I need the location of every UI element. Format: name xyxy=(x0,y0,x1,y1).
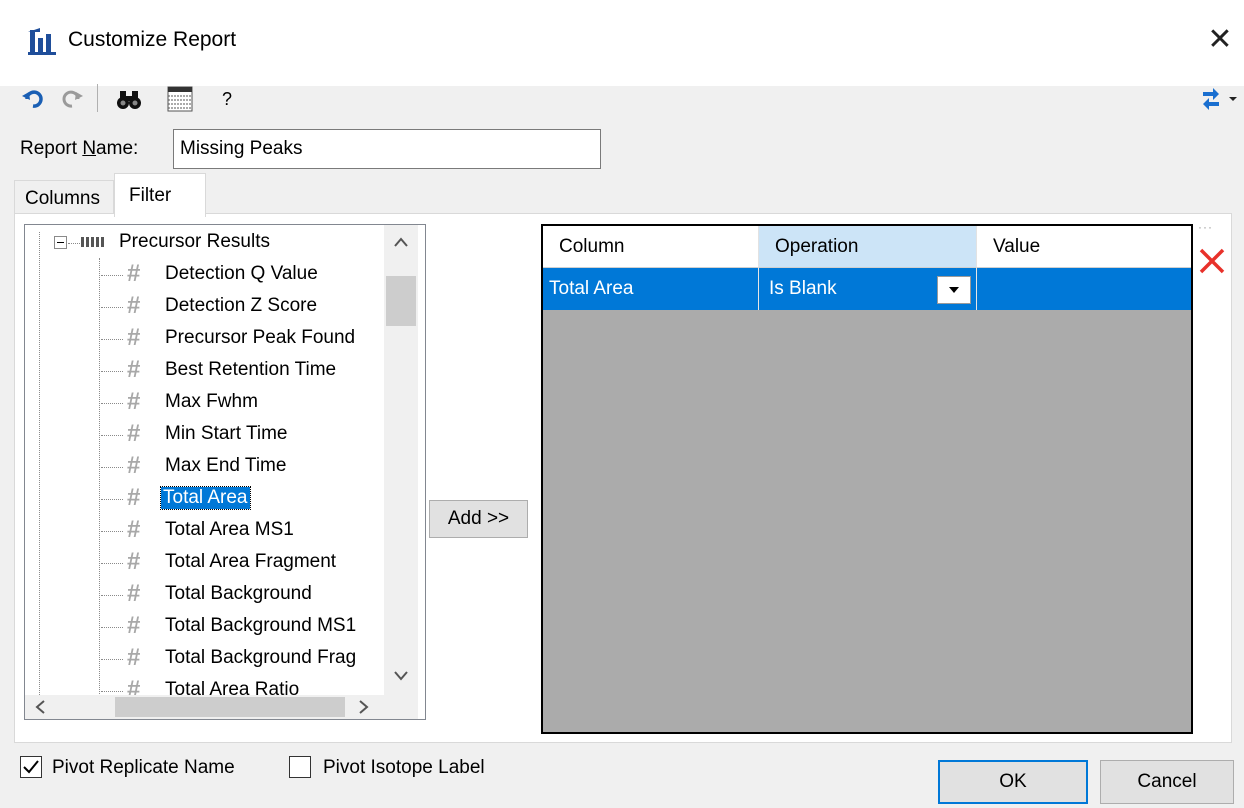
window-title: Customize Report xyxy=(68,28,237,51)
cell-value[interactable] xyxy=(977,268,1191,310)
pivot-isotope-checkbox[interactable] xyxy=(289,756,311,778)
scrollbar-corner xyxy=(384,695,418,719)
navigate-menu-button[interactable] xyxy=(1196,82,1242,116)
pivot-isotope-label[interactable]: Pivot Isotope Label xyxy=(323,757,485,779)
numeric-column-icon: # xyxy=(127,420,141,447)
grid-more-icon: ··· xyxy=(1198,220,1213,234)
report-name-label: Report Name: xyxy=(20,138,138,160)
tree-item-label: Min Start Time xyxy=(165,423,288,444)
tree-root-precursor-results[interactable]: Precursor Results xyxy=(25,227,385,259)
tree-vertical-scroll-thumb[interactable] xyxy=(386,276,416,326)
numeric-column-icon: # xyxy=(127,292,141,319)
tree-horizontal-scroll-thumb[interactable] xyxy=(115,697,345,717)
tree-root-label: Precursor Results xyxy=(119,231,270,252)
ok-button[interactable]: OK xyxy=(938,760,1088,804)
scroll-up-icon[interactable] xyxy=(394,237,408,247)
binoculars-icon xyxy=(117,91,141,109)
numeric-column-icon: # xyxy=(127,548,141,575)
tab-columns[interactable]: Columns xyxy=(14,180,114,213)
tree-item-label: Max End Time xyxy=(165,455,287,476)
report-app-icon xyxy=(28,28,56,55)
help-button[interactable]: ? xyxy=(210,82,244,116)
numeric-column-icon: # xyxy=(127,356,141,383)
checkmark-icon xyxy=(23,760,39,774)
tree-item-label: Precursor Peak Found xyxy=(165,327,356,348)
tab-filter[interactable]: Filter xyxy=(114,173,206,217)
pivot-replicate-checkbox[interactable] xyxy=(20,756,42,778)
delete-filter-button[interactable] xyxy=(1196,247,1228,279)
tree-item-label: Max Fwhm xyxy=(165,391,258,412)
dropdown-arrow-icon xyxy=(949,287,959,293)
tree-guide-line xyxy=(99,258,100,698)
cell-column[interactable]: Total Area xyxy=(543,268,759,310)
find-button[interactable] xyxy=(112,82,146,116)
preview-button[interactable] xyxy=(163,82,197,116)
tree-item-label: Total Area Fragment xyxy=(165,551,337,572)
tree-item-label: Detection Z Score xyxy=(165,295,318,316)
numeric-column-icon: # xyxy=(127,260,141,287)
numeric-column-icon: # xyxy=(127,452,141,479)
scroll-right-icon[interactable] xyxy=(359,700,369,714)
scroll-down-icon[interactable] xyxy=(394,671,408,681)
tree-item-label: Total Area MS1 xyxy=(165,519,294,540)
pivot-replicate-label[interactable]: Pivot Replicate Name xyxy=(52,757,235,779)
tree-item-label: Best Retention Time xyxy=(165,359,337,380)
column-tree[interactable]: Precursor Results # Detection Q Value # De… xyxy=(24,224,426,720)
report-name-label-rest: ame: xyxy=(96,138,139,159)
redo-icon xyxy=(62,90,83,108)
numeric-column-icon: # xyxy=(127,516,141,543)
numeric-column-icon: # xyxy=(127,580,141,607)
numeric-column-icon: # xyxy=(127,644,141,671)
cancel-button[interactable]: Cancel xyxy=(1100,760,1234,804)
undo-icon xyxy=(22,90,43,108)
column-header-column[interactable]: Column xyxy=(543,226,759,268)
report-name-label-text: Report xyxy=(20,138,83,159)
delete-x-icon xyxy=(1199,248,1225,274)
numeric-column-icon: # xyxy=(127,324,141,351)
column-header-operation[interactable]: Operation xyxy=(759,226,977,268)
operation-dropdown-button[interactable] xyxy=(937,276,971,304)
report-name-accel: N xyxy=(82,138,97,159)
numeric-column-icon: # xyxy=(127,388,141,415)
redo-button[interactable] xyxy=(55,82,89,116)
column-header-value[interactable]: Value xyxy=(977,226,1191,268)
tree-item-label: Total Background xyxy=(165,583,312,604)
grid-preview-icon xyxy=(167,86,193,112)
scroll-left-icon[interactable] xyxy=(35,700,45,714)
swap-arrows-icon xyxy=(1203,88,1237,110)
collapse-icon xyxy=(54,236,67,249)
tree-guide-line xyxy=(39,232,40,697)
filter-grid[interactable]: Column Operation Value Total Area Is Bla… xyxy=(541,224,1193,734)
numeric-column-icon: # xyxy=(127,612,141,639)
toolbar-separator xyxy=(97,84,98,112)
table-node-icon xyxy=(81,237,104,247)
add-filter-button[interactable]: Add >> xyxy=(429,500,528,538)
tree-item-label: Total Background Frag xyxy=(165,647,357,668)
numeric-column-icon: # xyxy=(127,484,141,511)
undo-button[interactable] xyxy=(16,82,50,116)
tree-item-label: Total Area xyxy=(160,486,251,510)
tree-item-label: Detection Q Value xyxy=(165,263,318,284)
report-name-input[interactable] xyxy=(173,129,601,169)
close-button[interactable]: ✕ xyxy=(1202,22,1238,58)
tree-item-label: Total Background MS1 xyxy=(165,615,357,636)
